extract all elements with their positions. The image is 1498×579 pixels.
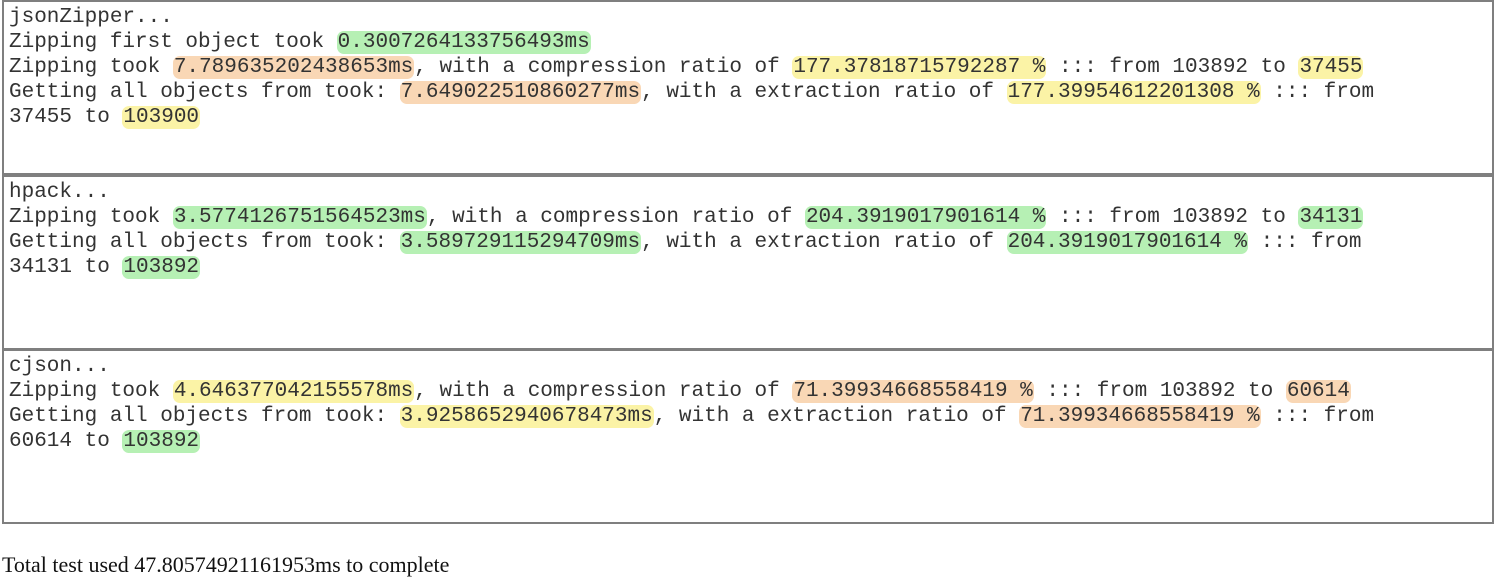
highlighted-value-yellow: 103900 — [122, 106, 201, 129]
console-text: Zipping took — [9, 380, 173, 403]
console-output: cjson... Zipping took 4.646377042155578ms… — [9, 354, 1488, 454]
console-text: ::: from — [1260, 405, 1375, 428]
highlighted-value-orange: 71.39934668558419 % — [1019, 405, 1261, 428]
console-line: hpack... — [9, 180, 1488, 205]
highlighted-value-yellow: 177.37818715792287 % — [792, 56, 1047, 79]
highlighted-value-green: 3.5774126751564523ms — [172, 206, 427, 229]
console-text: , with a extraction ratio of — [641, 231, 1007, 254]
highlighted-value-yellow: 4.646377042155578ms — [172, 380, 415, 403]
console-output: jsonZipper... Zipping first object took 0… — [9, 5, 1488, 130]
console-text: Zipping took — [9, 206, 173, 229]
console-text: Zipping first object took — [9, 31, 337, 54]
console-line: 37455 to 103900 — [9, 105, 1488, 130]
console-output: hpack... Zipping took 3.5774126751564523m… — [9, 180, 1488, 280]
console-panel-jsonzipper: jsonZipper... Zipping first object took 0… — [2, 0, 1494, 175]
console-text: Getting all objects from took: — [9, 405, 400, 428]
console-text: , with a compression ratio of — [414, 380, 793, 403]
console-text: , with a compression ratio of — [414, 56, 793, 79]
highlighted-value-green: 103892 — [122, 256, 201, 279]
console-text: 60614 to — [9, 430, 123, 453]
console-line: Zipping first object took 0.300726413375… — [9, 30, 1488, 55]
highlighted-value-green: 103892 — [122, 430, 201, 453]
console-text: ::: from 103892 to — [1046, 206, 1299, 229]
console-text: hpack... — [9, 181, 110, 204]
console-line: Getting all objects from took: 3.5897291… — [9, 230, 1488, 255]
console-text: 34131 to — [9, 256, 123, 279]
console-line: Zipping took 4.646377042155578ms, with a… — [9, 379, 1488, 404]
highlighted-value-yellow: 3.9258652940678473ms — [399, 405, 654, 428]
highlighted-value-green: 34131 — [1298, 206, 1364, 229]
console-text: cjson... — [9, 355, 110, 378]
console-panel-cjson: cjson... Zipping took 4.646377042155578ms… — [2, 349, 1494, 524]
console-line: Zipping took 3.5774126751564523ms, with … — [9, 205, 1488, 230]
total-time-summary: Total test used 47.80574921161953ms to c… — [2, 552, 450, 577]
highlighted-value-green: 204.3919017901614 % — [1006, 231, 1249, 254]
console-text: ::: from 103892 to — [1046, 56, 1299, 79]
console-text: Getting all objects from took: — [9, 81, 400, 104]
highlighted-value-orange: 60614 — [1285, 380, 1351, 403]
console-text: jsonZipper... — [9, 6, 173, 29]
console-line: jsonZipper... — [9, 5, 1488, 30]
highlighted-value-orange: 7.649022510860277ms — [399, 81, 642, 104]
console-line: Getting all objects from took: 3.9258652… — [9, 404, 1488, 429]
console-text: , with a extraction ratio of — [653, 405, 1020, 428]
highlighted-value-green: 204.3919017901614 % — [804, 206, 1047, 229]
console-text: 37455 to — [9, 106, 123, 129]
console-line: Getting all objects from took: 7.6490225… — [9, 80, 1488, 105]
console-text: ::: from — [1260, 81, 1375, 104]
console-line: cjson... — [9, 354, 1488, 379]
console-text: Getting all objects from took: — [9, 231, 400, 254]
highlighted-value-yellow: 37455 — [1298, 56, 1364, 79]
console-text: ::: from 103892 to — [1033, 380, 1286, 403]
highlighted-value-green: 0.3007264133756493ms — [336, 31, 591, 54]
console-line: 34131 to 103892 — [9, 255, 1488, 280]
console-text: , with a compression ratio of — [426, 206, 805, 229]
console-text: ::: from — [1248, 231, 1362, 254]
console-panel-hpack: hpack... Zipping took 3.5774126751564523m… — [2, 175, 1494, 350]
highlighted-value-yellow: 177.39954612201308 % — [1006, 81, 1261, 104]
console-text: , with a extraction ratio of — [641, 81, 1007, 104]
console-text: Zipping took — [9, 56, 173, 79]
highlighted-value-orange: 7.789635202438653ms — [172, 56, 415, 79]
console-line: 60614 to 103892 — [9, 429, 1488, 454]
highlighted-value-green: 3.589729115294709ms — [399, 231, 642, 254]
console-line: Zipping took 7.789635202438653ms, with a… — [9, 55, 1488, 80]
highlighted-value-orange: 71.39934668558419 % — [792, 380, 1034, 403]
